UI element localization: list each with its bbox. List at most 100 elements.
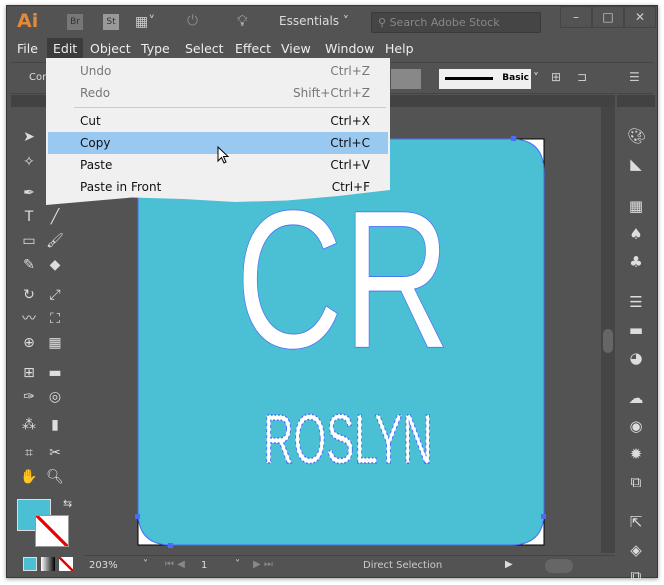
menu-item-redo[interactable]: Redo Shift+Ctrl+Z bbox=[48, 82, 388, 104]
search-placeholder: Search Adobe Stock bbox=[389, 16, 500, 29]
color-guide-icon[interactable]: ◣ bbox=[627, 155, 645, 173]
image-trace-icon[interactable]: ⧉ bbox=[627, 473, 645, 491]
graphic-styles-icon[interactable]: ✹ bbox=[627, 445, 645, 463]
appearance-icon[interactable]: ◉ bbox=[627, 417, 645, 435]
gradient-mode-button[interactable] bbox=[41, 557, 55, 571]
status-bar: 203% ˅ ⏮ ◀ 1 ˅ ▶ ⏭ Direct Selection ▶ bbox=[85, 555, 615, 575]
free-transform-icon[interactable]: ⛶ bbox=[45, 309, 65, 329]
none-mode-button[interactable] bbox=[59, 557, 73, 571]
stock-search-input[interactable]: ⚲ Search Adobe Stock bbox=[371, 12, 541, 33]
hand-tool-icon[interactable]: ✋ bbox=[19, 467, 39, 487]
lightbulb-icon[interactable]: 💡︎ bbox=[237, 12, 248, 30]
scale-tool-icon[interactable]: ⤢ bbox=[45, 285, 65, 305]
scrollbar-thumb[interactable] bbox=[603, 329, 613, 353]
menu-item-paste-in-front[interactable]: Paste in Front Ctrl+F bbox=[48, 176, 388, 198]
artboards-icon[interactable]: ⧉ bbox=[627, 567, 645, 585]
close-button[interactable]: ✕ bbox=[624, 6, 656, 28]
graph-tool-icon[interactable]: ▮ bbox=[45, 415, 65, 435]
edit-menu: Undo Ctrl+Z Redo Shift+Ctrl+Z Cut Ctrl+X Co… bbox=[46, 58, 390, 205]
libraries-icon[interactable]: ☁ bbox=[627, 389, 645, 407]
gpu-performance-icon[interactable]: ⏻ bbox=[187, 13, 198, 29]
line-tool-icon[interactable]: ╱ bbox=[45, 207, 65, 227]
rotate-tool-icon[interactable]: ↻ bbox=[19, 285, 39, 305]
right-panel-header bbox=[617, 95, 655, 107]
menu-object[interactable]: Object bbox=[84, 38, 137, 60]
maximize-button[interactable]: □ bbox=[592, 6, 624, 28]
horizontal-scroll-thumb[interactable] bbox=[545, 559, 573, 573]
stroke-swatch[interactable] bbox=[35, 515, 69, 547]
label: Paste in Front bbox=[80, 180, 162, 194]
blend-tool-icon[interactable]: ◎ bbox=[45, 387, 65, 407]
menu-help[interactable]: Help bbox=[379, 38, 420, 60]
current-tool-label[interactable]: Direct Selection bbox=[363, 560, 442, 571]
menu-view[interactable]: View bbox=[275, 38, 317, 60]
magic-wand-icon[interactable]: ✧ bbox=[19, 152, 39, 172]
paintbrush-icon[interactable]: 🖌︎ bbox=[45, 231, 65, 251]
artboard-tool-icon[interactable]: ⌗ bbox=[19, 443, 39, 463]
perspective-grid-icon[interactable]: ▦ bbox=[45, 333, 65, 353]
swatches-icon[interactable]: ▦ bbox=[627, 197, 645, 215]
export-icon[interactable]: ⇱ bbox=[627, 513, 645, 531]
selection-tool-icon[interactable]: ➤ bbox=[19, 127, 39, 147]
gradient-tool-icon[interactable]: ▬ bbox=[45, 363, 65, 383]
stroke-style-select[interactable]: Basic bbox=[439, 69, 531, 89]
menu-edit[interactable]: Edit bbox=[47, 38, 84, 60]
menu-file[interactable]: File bbox=[11, 38, 44, 60]
swap-colors-icon[interactable]: ⇆ bbox=[63, 497, 72, 510]
artwork-subtitle: ROSLYN bbox=[263, 401, 433, 479]
artboard-number[interactable]: 1 bbox=[201, 560, 207, 571]
status-menu-icon[interactable]: ▶ bbox=[505, 559, 513, 570]
pen-tool-icon[interactable]: ✒ bbox=[19, 183, 39, 203]
align-icon[interactable]: ⊞ bbox=[551, 70, 561, 84]
menu-window[interactable]: Window bbox=[319, 38, 380, 60]
next-artboard-icon[interactable]: ▶ ⏭ bbox=[253, 559, 273, 570]
shape-builder-icon[interactable]: ⊕ bbox=[19, 333, 39, 353]
shortcut: Ctrl+V bbox=[330, 158, 370, 172]
rectangle-tool-icon[interactable]: ▭ bbox=[19, 231, 39, 251]
shortcut: Ctrl+X bbox=[330, 114, 370, 128]
zoom-dropdown-icon[interactable]: ˅ bbox=[143, 559, 148, 570]
mouse-cursor-icon bbox=[217, 146, 230, 164]
eyedropper-icon[interactable]: ✑ bbox=[19, 387, 39, 407]
color-mode-button[interactable] bbox=[23, 557, 37, 571]
opacity-swatch[interactable] bbox=[391, 69, 421, 89]
vertical-scrollbar[interactable] bbox=[601, 107, 615, 553]
bridge-button[interactable]: Br bbox=[67, 14, 83, 30]
arrange-documents-icon[interactable]: ▦˅ bbox=[135, 14, 155, 30]
label: Copy bbox=[80, 136, 111, 150]
stroke-panel-icon[interactable]: ☰ bbox=[627, 293, 645, 311]
menu-item-undo[interactable]: Undo Ctrl+Z bbox=[48, 60, 388, 82]
color-panel-icon[interactable]: 🎨︎ bbox=[627, 127, 646, 145]
label: Cut bbox=[80, 114, 101, 128]
transparency-icon[interactable]: ◕ bbox=[627, 349, 645, 367]
shaper-tool-icon[interactable]: ✎ bbox=[19, 255, 39, 275]
layers-icon[interactable]: ◈ bbox=[627, 541, 645, 559]
menu-item-cut[interactable]: Cut Ctrl+X bbox=[48, 110, 388, 132]
type-tool-icon[interactable]: T bbox=[19, 207, 39, 227]
slice-tool-icon[interactable]: ✂ bbox=[45, 443, 65, 463]
zoom-level[interactable]: 203% bbox=[89, 560, 118, 571]
gradient-panel-icon[interactable]: ▬ bbox=[627, 321, 645, 339]
shortcut: Ctrl+C bbox=[330, 136, 370, 150]
symbol-sprayer-icon[interactable]: ⁂ bbox=[19, 415, 39, 435]
artwork-title: CR bbox=[236, 169, 451, 389]
title-bar: Ai Br St ▦˅ ⏻ 💡︎ Essentials ˅ ⚲ Search A… bbox=[7, 6, 657, 38]
first-artboard-icon[interactable]: ⏮ ◀ bbox=[165, 559, 185, 570]
stock-button[interactable]: St bbox=[103, 14, 119, 30]
zoom-tool-icon[interactable]: 🔍︎ bbox=[45, 467, 65, 487]
label: Redo bbox=[80, 86, 111, 100]
menu-effect[interactable]: Effect bbox=[229, 38, 277, 60]
transform-icon[interactable]: ⊐ bbox=[577, 70, 587, 84]
panel-menu-icon[interactable]: ☰ bbox=[629, 70, 640, 84]
warp-tool-icon[interactable]: 〰 bbox=[19, 309, 39, 329]
mesh-tool-icon[interactable]: ⊞ bbox=[19, 363, 39, 383]
chevron-down-icon[interactable]: ˅ bbox=[533, 71, 539, 85]
symbols-icon[interactable]: ♣ bbox=[627, 253, 645, 271]
menu-select[interactable]: Select bbox=[179, 38, 230, 60]
artboard-dropdown-icon[interactable]: ˅ bbox=[235, 559, 240, 570]
brushes-icon[interactable]: ♠ bbox=[627, 225, 645, 243]
workspace-switcher[interactable]: Essentials ˅ bbox=[279, 14, 349, 28]
minimize-button[interactable]: – bbox=[560, 6, 592, 28]
eraser-icon[interactable]: ◆ bbox=[45, 255, 65, 275]
menu-type[interactable]: Type bbox=[135, 38, 176, 60]
